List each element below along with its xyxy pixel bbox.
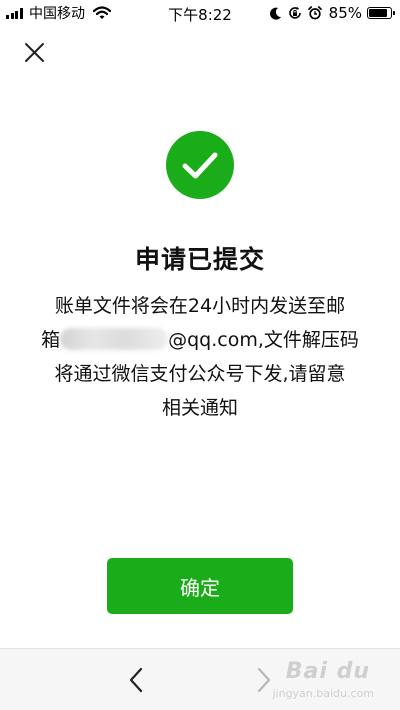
moon-icon (269, 7, 281, 20)
status-left: 中国移动 (6, 4, 111, 22)
chevron-right-icon (257, 667, 271, 693)
success-icon-circle (166, 131, 234, 199)
back-button[interactable] (126, 666, 148, 694)
battery-fill (369, 9, 387, 17)
message-prefix: 箱 (41, 329, 61, 351)
message-email-suffix: @qq.com,文件解压码 (168, 329, 359, 351)
message-line-1: 账单文件将会在24小时内发送至邮 (54, 295, 346, 317)
alarm-icon (307, 6, 322, 20)
result-message: 账单文件将会在24小时内发送至邮 箱 @qq.com,文件解压码 将通过微信支付公… (26, 289, 374, 425)
bottom-nav-bar: Bai du jingyan.baidu.com (0, 648, 400, 710)
watermark-url: jingyan.baidu.com (272, 687, 374, 700)
confirm-button[interactable]: 确定 (107, 558, 293, 614)
status-bar: 中国移动 下午8:22 85% (0, 0, 400, 26)
battery-icon (367, 7, 395, 19)
wifi-icon (93, 6, 111, 19)
battery-percent: 85% (328, 4, 362, 22)
message-line-2: 箱 @qq.com,文件解压码 (26, 323, 374, 357)
message-line-3: 将通过微信支付公众号下发,请留意 (54, 363, 346, 385)
redacted-email (60, 328, 169, 350)
close-button[interactable] (22, 40, 48, 66)
signal-icon (6, 7, 24, 19)
watermark-logo: Bai du (285, 659, 370, 684)
close-icon (25, 43, 44, 62)
forward-button[interactable] (252, 666, 274, 694)
checkmark-icon (182, 152, 218, 179)
carrier-name: 中国移动 (29, 6, 85, 22)
page-title: 申请已提交 (134, 245, 265, 274)
chevron-left-icon (129, 667, 143, 693)
status-right: 85% (264, 4, 395, 22)
rotation-lock-icon (288, 6, 301, 19)
message-line-4: 相关通知 (161, 397, 238, 419)
screen: 中国移动 下午8:22 85% 申请已提交 账单文件将会在24小时内发送至邮 箱… (0, 0, 400, 710)
